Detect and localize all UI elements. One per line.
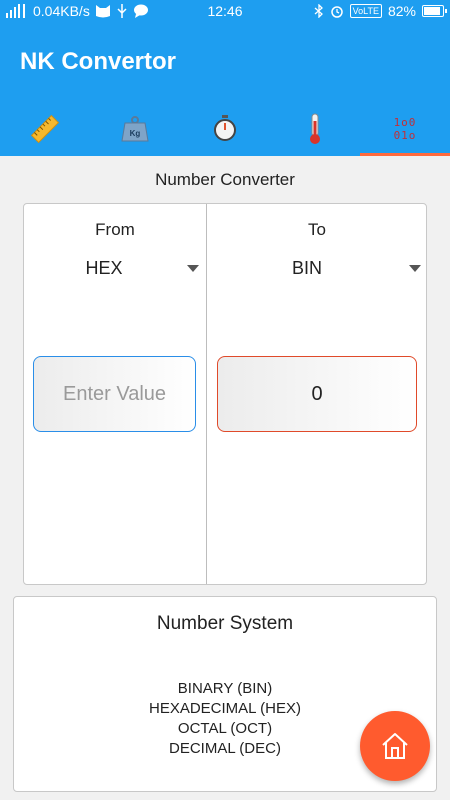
battery-percent: 82% — [387, 3, 416, 19]
bluetooth-icon — [314, 4, 323, 18]
volte-badge: VoLTE — [349, 4, 382, 18]
to-unit-select[interactable]: BIN — [207, 256, 427, 280]
ruler-icon — [31, 115, 59, 143]
tab-temperature[interactable] — [270, 102, 360, 156]
weight-icon: Kg — [121, 116, 149, 142]
list-item: HEXADECIMAL (HEX) — [149, 700, 301, 717]
svg-text:Kg: Kg — [130, 129, 141, 138]
value-input[interactable]: Enter Value — [33, 356, 196, 432]
from-unit-select[interactable]: HEX — [24, 256, 206, 280]
tab-number[interactable]: 1o0 01o — [360, 102, 450, 156]
to-label: To — [308, 220, 326, 239]
converter-card: From To HEX BIN Enter Value 0 — [23, 203, 427, 585]
from-label: From — [95, 220, 135, 239]
tab-time[interactable] — [180, 102, 270, 156]
binary-icon: 1o0 01o — [393, 116, 417, 142]
chevron-down-icon — [409, 265, 421, 272]
alarm-icon — [330, 6, 343, 18]
section-heading: Number Converter — [155, 170, 295, 189]
chevron-down-icon — [187, 265, 199, 272]
home-icon — [382, 733, 408, 759]
thermometer-icon — [310, 113, 320, 144]
status-bar: 0.04KB/s 12:46 VoLTE 82% — [0, 0, 450, 24]
app-bar: NK Convertor Kg 1o0 01o — [0, 24, 450, 156]
app-title: NK Convertor — [20, 48, 177, 75]
number-system-title: Number System — [156, 613, 294, 634]
tab-weight[interactable]: Kg — [90, 102, 180, 156]
tab-bar: Kg 1o0 01o — [0, 102, 450, 156]
stopwatch-icon — [214, 115, 236, 141]
list-item: BINARY (BIN) — [177, 680, 273, 697]
result-field: 0 — [217, 356, 417, 432]
battery-icon — [422, 5, 447, 17]
home-button[interactable] — [360, 711, 430, 781]
clock: 12:46 — [207, 3, 243, 19]
tab-length[interactable] — [0, 102, 90, 156]
